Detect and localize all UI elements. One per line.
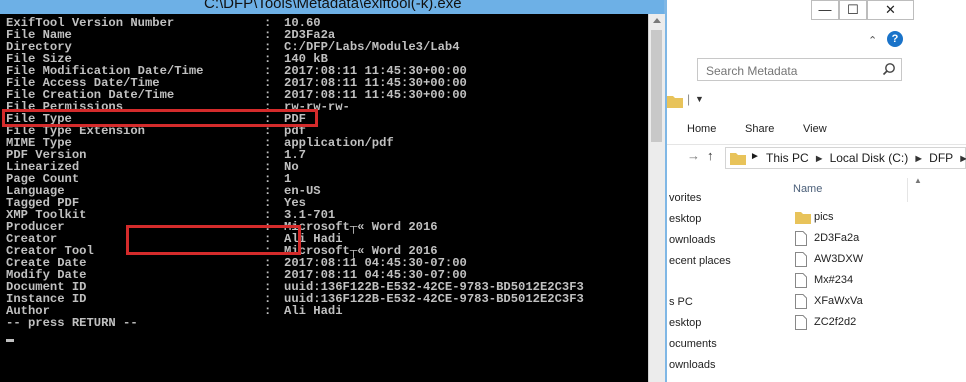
quick-access-toolbar: | ▼ bbox=[667, 92, 966, 110]
breadcrumb-local-disk[interactable]: Local Disk (C:) bbox=[830, 151, 909, 165]
list-item-file[interactable]: 2D3Fa2a bbox=[791, 229, 966, 249]
scroll-up-icon[interactable] bbox=[653, 18, 661, 23]
address-row: → ↑ ► This PC ► Local Disk (C:) ► DFP ► bbox=[667, 145, 966, 171]
tab-home[interactable]: Home bbox=[687, 123, 716, 135]
column-divider[interactable] bbox=[907, 178, 908, 202]
explorer-window[interactable]: — ☐ ✕ ⌃ ? | ▼ Home Share View → ↑ ► T bbox=[667, 0, 966, 382]
file-name: AW3DXW bbox=[814, 253, 864, 265]
console-scrollbar[interactable] bbox=[648, 14, 665, 382]
nav-item-recent-places[interactable]: ecent places bbox=[669, 255, 731, 267]
chevron-right-icon[interactable]: ► bbox=[913, 153, 924, 165]
chevron-up-icon[interactable]: ⌃ bbox=[868, 34, 877, 47]
nav-item-downloads[interactable]: ownloads bbox=[669, 234, 715, 246]
nav-item-desktop-2[interactable]: esktop bbox=[669, 317, 701, 329]
tab-view[interactable]: View bbox=[803, 123, 827, 135]
forward-arrow-icon[interactable]: → bbox=[687, 148, 700, 163]
close-button[interactable]: ✕ bbox=[867, 0, 914, 20]
navigation-pane: vorites esktop ownloads ecent places s P… bbox=[667, 176, 777, 382]
pipe-divider: | bbox=[687, 92, 691, 106]
nav-item-this-pc[interactable]: s PC bbox=[669, 296, 693, 308]
search-icon[interactable] bbox=[882, 62, 896, 76]
breadcrumb: This PC ► Local Disk (C:) ► DFP ► bbox=[766, 151, 966, 165]
up-arrow-icon[interactable]: ↑ bbox=[707, 148, 714, 163]
list-item-file[interactable]: AW3DXW bbox=[791, 250, 966, 270]
chevron-right-icon[interactable]: ► bbox=[958, 153, 966, 165]
ribbon-tabs: Home Share View bbox=[667, 114, 966, 145]
console-line-value: Ali Hadi bbox=[284, 304, 343, 318]
dropdown-arrow-icon[interactable]: ▼ bbox=[695, 94, 704, 104]
list-item-folder[interactable]: pics bbox=[791, 208, 966, 228]
nav-item-documents[interactable]: ocuments bbox=[669, 338, 717, 350]
file-icon bbox=[795, 315, 807, 330]
console-window[interactable]: C:\DFP\Tools\Metadata\exiftool(-k).exe E… bbox=[0, 0, 667, 382]
maximize-button[interactable]: ☐ bbox=[839, 0, 867, 20]
list-item-file[interactable]: ZC2f2d2 bbox=[791, 313, 966, 333]
folder-icon bbox=[795, 212, 811, 224]
nav-item-downloads-2[interactable]: ownloads bbox=[669, 359, 715, 371]
breadcrumb-dfp[interactable]: DFP bbox=[929, 151, 953, 165]
sort-up-icon: ▲ bbox=[914, 176, 922, 185]
file-icon bbox=[795, 231, 807, 246]
file-list: ▲ Name pics 2D3Fa2a AW3DXW Mx#234 XFaWxV… bbox=[779, 176, 966, 382]
file-name: pics bbox=[814, 211, 834, 223]
breadcrumb-this-pc[interactable]: This PC bbox=[766, 151, 809, 165]
chevron-right-icon[interactable]: ► bbox=[814, 153, 825, 165]
highlight-box-file bbox=[126, 225, 301, 255]
nav-item-desktop[interactable]: esktop bbox=[669, 213, 701, 225]
file-name: XFaWxVa bbox=[814, 295, 863, 307]
help-icon[interactable]: ? bbox=[887, 31, 903, 47]
chevron-right-icon[interactable]: ► bbox=[750, 151, 760, 162]
file-icon bbox=[795, 273, 807, 288]
folder-icon bbox=[667, 96, 683, 108]
file-icon bbox=[795, 252, 807, 267]
nav-item-favorites[interactable]: vorites bbox=[669, 192, 701, 204]
folder-icon bbox=[730, 153, 746, 165]
file-name: 2D3Fa2a bbox=[814, 232, 860, 244]
column-header-name[interactable]: Name bbox=[793, 183, 822, 195]
highlight-box-file-type bbox=[2, 109, 318, 127]
minimize-button[interactable]: — bbox=[811, 0, 839, 20]
console-cursor bbox=[6, 339, 14, 342]
tab-share[interactable]: Share bbox=[745, 123, 774, 135]
file-name: ZC2f2d2 bbox=[814, 316, 857, 328]
search-box[interactable] bbox=[697, 58, 902, 81]
console-prompt: -- press RETURN -- bbox=[6, 316, 138, 330]
file-name: Mx#234 bbox=[814, 274, 854, 286]
list-item-file[interactable]: XFaWxVa bbox=[791, 292, 966, 312]
console-title: C:\DFP\Tools\Metadata\exiftool(-k).exe bbox=[204, 0, 462, 12]
file-icon bbox=[795, 294, 807, 309]
scrollbar-thumb[interactable] bbox=[651, 30, 662, 142]
console-titlebar[interactable]: C:\DFP\Tools\Metadata\exiftool(-k).exe bbox=[0, 0, 664, 14]
address-bar[interactable]: ► This PC ► Local Disk (C:) ► DFP ► bbox=[725, 147, 966, 169]
list-item-file[interactable]: Mx#234 bbox=[791, 271, 966, 291]
search-input[interactable] bbox=[704, 61, 878, 80]
console-line-separator: : bbox=[264, 304, 272, 318]
